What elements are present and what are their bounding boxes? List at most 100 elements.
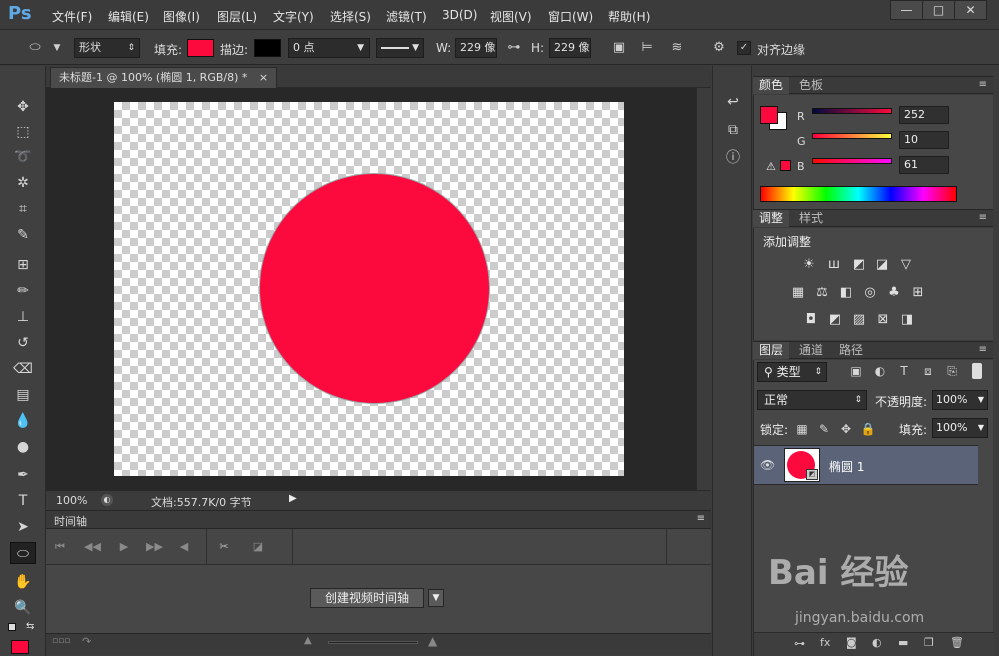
lasso-tool-icon[interactable]: ➰ [10,146,36,168]
align-edges-checkbox[interactable]: ✓ [737,41,751,55]
blend-mode-select[interactable]: 正常 ⇕ [757,390,867,410]
channel-mixer-icon[interactable]: ♣ [885,284,903,302]
filter-adjustment-icon[interactable]: ◐ [872,363,888,379]
menu-image[interactable]: 图像(I) [163,8,200,25]
black-white-icon[interactable]: ◧ [837,284,855,302]
menu-filter[interactable]: 滤镜(T) [386,8,427,25]
magic-wand-tool-icon[interactable]: ✲ [10,172,36,194]
eraser-tool-icon[interactable]: ⌫ [10,358,36,380]
link-layers-icon[interactable]: ⊶ [794,637,805,650]
opacity-field[interactable]: 100% ▼ [932,390,988,410]
ellipse-shape[interactable] [260,174,489,403]
visibility-eye-icon[interactable]: 👁 [760,458,775,472]
close-button[interactable]: ✕ [954,0,987,20]
dodge-tool-icon[interactable]: ● [10,436,36,458]
brush-tool-icon[interactable]: ✏ [10,280,36,302]
menu-window[interactable]: 窗口(W) [548,8,593,25]
gear-icon[interactable]: ⚙ [710,40,728,56]
history-panel-icon[interactable]: ↩ [723,92,743,112]
gradient-tool-icon[interactable]: ▤ [10,384,36,406]
default-colors-icon[interactable] [8,623,16,631]
move-tool-icon[interactable]: ✥ [10,96,36,118]
blue-slider[interactable] [812,158,892,164]
lock-transparent-icon[interactable]: ▦ [794,421,810,437]
menu-layer[interactable]: 图层(L) [217,8,257,25]
vibrance-icon[interactable]: ▽ [897,256,915,274]
green-slider[interactable] [812,133,892,139]
layer-name[interactable]: 椭圆 1 [829,458,864,475]
menu-view[interactable]: 视图(V) [490,8,532,25]
layer-filter-select[interactable]: ⚲ 类型 ⇕ [757,362,827,382]
tab-styles[interactable]: 样式 [793,210,829,227]
healing-brush-tool-icon[interactable]: ⊞ [10,254,36,276]
vertical-scrollbar[interactable] [696,88,711,490]
filter-toggle-switch[interactable] [972,363,982,379]
menu-help[interactable]: 帮助(H) [608,8,650,25]
hand-tool-icon[interactable]: ✋ [10,571,36,593]
color-balance-icon[interactable]: ⚖ [813,284,831,302]
minimize-button[interactable]: — [890,0,923,20]
timeline-options-icon[interactable]: ▫▫▫ [52,636,70,646]
threshold-icon[interactable]: ▨ [850,311,868,329]
selective-color-icon[interactable]: ⊠ [874,311,892,329]
layer-thumbnail[interactable]: ◩ [784,448,820,482]
play-icon[interactable]: ▶ [116,539,132,555]
levels-icon[interactable]: ш [825,256,843,274]
menu-edit[interactable]: 编辑(E) [108,8,149,25]
foreground-color-swatch[interactable] [760,106,778,124]
new-group-icon[interactable]: ▬ [898,636,908,649]
brightness-icon[interactable]: ☀ [800,256,818,274]
filter-shape-icon[interactable]: ⧈ [920,363,936,379]
blur-tool-icon[interactable]: 💧 [10,410,36,432]
stroke-color-swatch[interactable] [254,39,281,57]
tab-color[interactable]: 颜色 [753,77,790,94]
path-arrangement-icon[interactable]: ≋ [668,40,686,56]
zoom-tool-icon[interactable]: 🔍 [10,597,36,619]
chevron-down-icon[interactable]: ▼ [48,40,66,56]
menu-file[interactable]: 文件(F) [52,8,92,25]
fill-color-swatch[interactable] [187,39,214,57]
pen-tool-icon[interactable]: ✒ [10,464,36,486]
lock-position-icon[interactable]: ✥ [838,421,854,437]
fx-icon[interactable]: fx [820,636,830,649]
color-spectrum-bar[interactable] [760,186,957,202]
menu-select[interactable]: 选择(S) [330,8,371,25]
green-value-field[interactable]: 10 [899,131,949,149]
prev-frame-icon[interactable]: ◀◀ [84,539,101,555]
split-scissors-icon[interactable]: ✂ [216,539,232,555]
tab-layers[interactable]: 图层 [753,342,790,359]
layer-row[interactable]: 👁 ◩ 椭圆 1 [754,445,978,485]
blue-value-field[interactable]: 61 [899,156,949,174]
new-adjustment-icon[interactable]: ◐ [872,636,882,649]
height-field[interactable]: 229 像 [549,38,591,58]
eyedropper-tool-icon[interactable]: ✎ [10,224,36,246]
width-field[interactable]: 229 像 [455,38,497,58]
red-slider[interactable] [812,108,892,114]
add-mask-icon[interactable]: ◙ [846,636,857,649]
gradient-map-icon[interactable]: ◨ [898,311,916,329]
foreground-color-swatch[interactable] [11,640,29,654]
path-alignment-icon[interactable]: ⊨ [638,40,656,56]
lock-all-icon[interactable]: 🔒 [860,421,876,437]
tab-channels[interactable]: 通道 [793,342,829,359]
crop-tool-icon[interactable]: ⌗ [10,198,36,220]
invert-icon[interactable]: ◘ [802,311,820,329]
close-tab-icon[interactable]: × [259,71,268,84]
panel-menu-icon[interactable]: ≡ [979,212,987,223]
curves-icon[interactable]: ◩ [850,256,868,274]
path-selection-tool-icon[interactable]: ➤ [10,516,36,538]
filter-type-icon[interactable]: T [896,363,912,379]
tab-paths[interactable]: 路径 [833,342,869,359]
history-brush-tool-icon[interactable]: ↺ [10,332,36,354]
swap-colors-icon[interactable]: ⇆ [26,621,34,632]
shape-mode-select[interactable]: 形状 ⇕ [74,38,140,58]
panel-menu-icon[interactable]: ≡ [979,344,987,355]
tab-adjustments[interactable]: 调整 [753,210,790,227]
new-layer-icon[interactable]: ❐ [924,636,934,649]
panel-menu-icon[interactable]: ≡ [697,513,705,524]
stroke-style-select[interactable]: ▼ [376,38,424,58]
chevron-down-icon[interactable]: ▼ [428,589,444,607]
ellipse-tool-preset-icon[interactable]: ⬭ [26,40,44,56]
zoom-level[interactable]: 100% [56,494,87,507]
zoom-out-icon[interactable]: ▲ [304,635,312,646]
